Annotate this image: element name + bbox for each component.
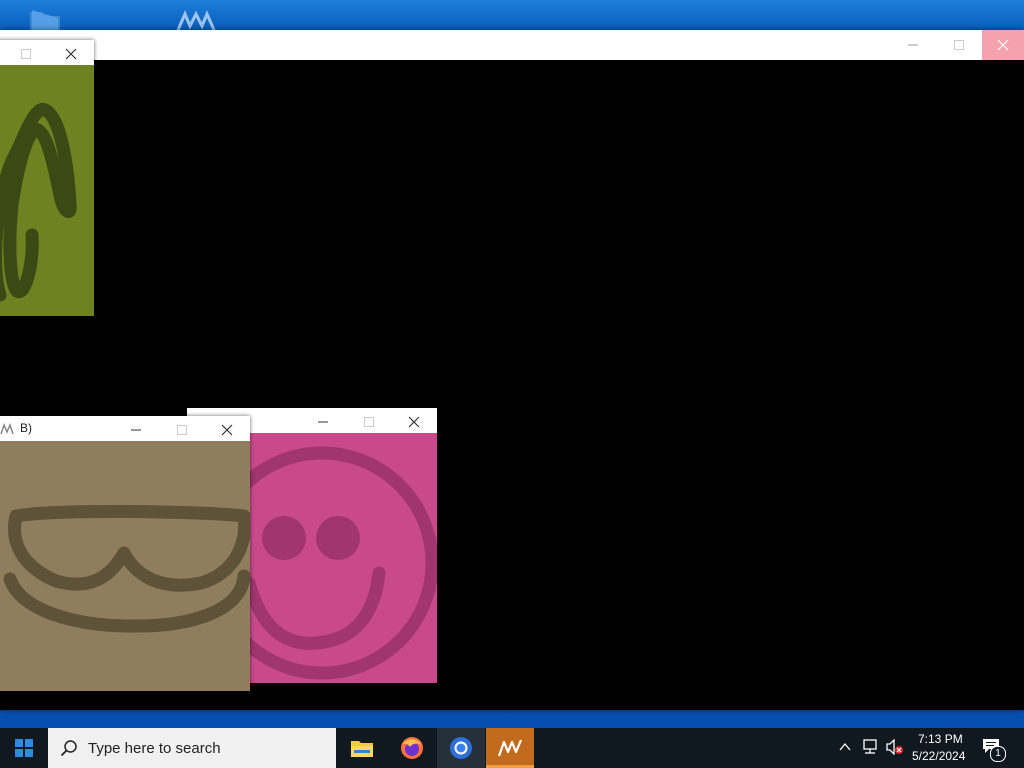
notification-count-badge: 1 <box>990 746 1006 762</box>
close-button[interactable] <box>221 423 233 441</box>
minimize-icon <box>318 421 328 423</box>
firefox-icon <box>401 737 423 759</box>
search-icon <box>60 739 78 757</box>
maximize-button[interactable] <box>363 415 375 433</box>
taskbar-firefox[interactable] <box>388 728 436 768</box>
maximize-icon <box>177 425 187 435</box>
taskbar-file-explorer[interactable] <box>338 728 386 768</box>
close-icon <box>408 416 420 428</box>
child-titlebar[interactable]: B) <box>0 416 250 441</box>
volume-muted-icon <box>886 738 903 756</box>
maximize-button[interactable] <box>936 30 982 60</box>
minimize-button[interactable] <box>890 30 936 60</box>
window-title: B) <box>20 421 32 435</box>
sunglasses-drawing <box>3 504 252 633</box>
minimize-button[interactable] <box>130 423 142 441</box>
minimize-icon <box>908 44 918 46</box>
close-icon <box>997 39 1009 51</box>
close-icon <box>221 424 233 436</box>
volume-button[interactable] <box>886 738 904 760</box>
action-center-button[interactable]: 1 <box>982 738 1008 762</box>
drawing-canvas[interactable] <box>0 65 94 316</box>
maximize-button[interactable] <box>20 47 32 65</box>
windows-icon <box>15 739 33 757</box>
taskbar-wave-app[interactable] <box>486 728 534 768</box>
network-button[interactable] <box>861 739 879 760</box>
close-button[interactable] <box>408 415 420 433</box>
maximize-button[interactable] <box>176 423 188 441</box>
network-icon <box>863 739 877 754</box>
main-titlebar[interactable] <box>0 30 1024 60</box>
show-hidden-icons-button[interactable] <box>838 740 852 759</box>
close-icon <box>65 48 77 60</box>
close-button[interactable] <box>982 30 1024 60</box>
chrome-icon <box>450 737 472 759</box>
maximize-icon <box>364 417 374 427</box>
minimize-icon <box>131 429 141 431</box>
taskbar: Type here to search 7:13 PM 5/22/2024 1 <box>0 728 1024 768</box>
close-button[interactable] <box>65 47 77 65</box>
search-box[interactable]: Type here to search <box>48 728 336 768</box>
child-window-olive[interactable] <box>0 40 94 316</box>
drawing-canvas[interactable] <box>0 441 252 691</box>
minimize-button[interactable] <box>317 415 329 433</box>
clock[interactable]: 7:13 PM 5/22/2024 <box>908 728 970 768</box>
taskbar-chrome[interactable] <box>437 728 485 768</box>
maximize-icon <box>21 49 31 59</box>
clock-time: 7:13 PM <box>918 732 963 746</box>
chevron-up-icon <box>839 742 851 751</box>
maximize-icon <box>954 40 964 50</box>
clock-date: 5/22/2024 <box>912 749 966 763</box>
wave-app-icon <box>497 739 523 757</box>
scribble-drawing <box>0 103 77 302</box>
search-placeholder: Type here to search <box>88 739 221 757</box>
child-titlebar[interactable] <box>0 40 94 65</box>
app-wave-icon <box>0 422 14 440</box>
start-button[interactable] <box>0 728 48 768</box>
file-explorer-icon <box>351 741 373 757</box>
child-window-tan[interactable]: B) <box>0 416 252 691</box>
